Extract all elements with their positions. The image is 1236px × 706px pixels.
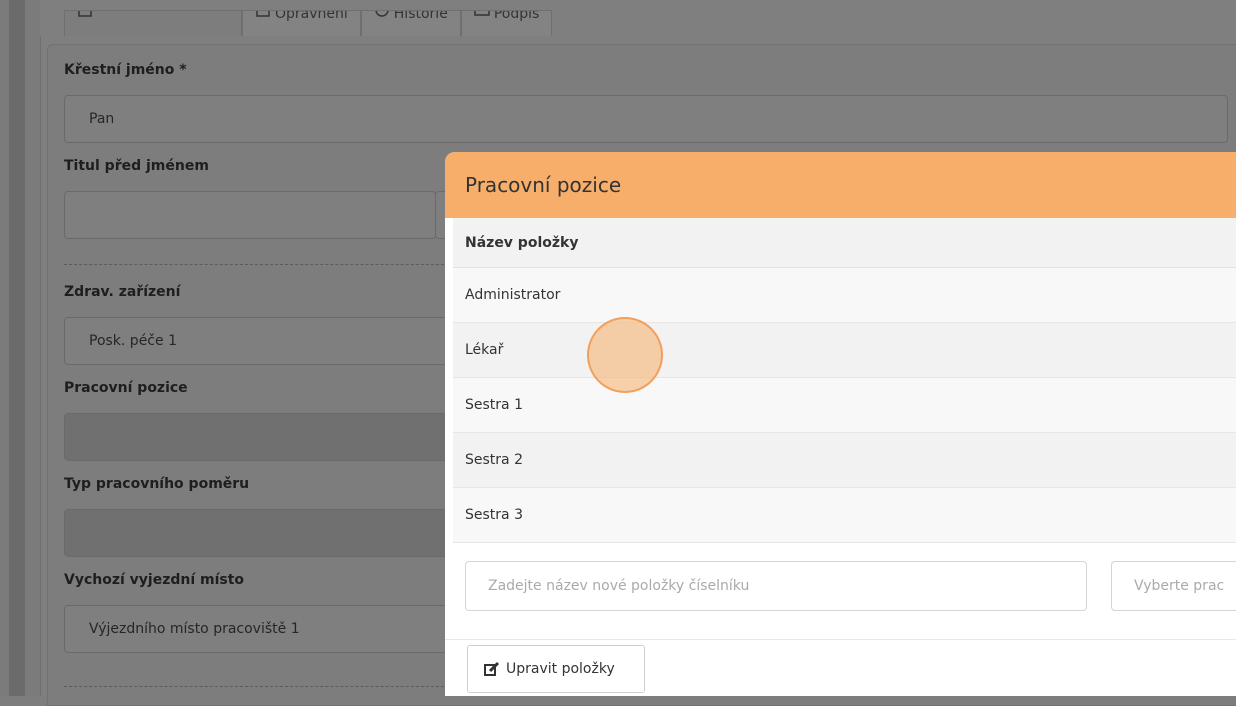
edit-icon [484,661,500,677]
table-row[interactable]: Sestra 2 [453,433,1236,488]
first-name-input[interactable]: Pan [64,95,1228,143]
table-row[interactable]: Lékař [453,323,1236,378]
checkbox-icon [255,11,271,27]
divider [64,264,464,265]
tab-history[interactable]: Historie [360,10,461,36]
positions-table: Název položky Administrator Lékař Sestra… [453,218,1236,543]
new-item-input[interactable]: Zadejte název nové položky číselníku [465,561,1087,611]
position-select[interactable] [64,413,464,461]
facility-select[interactable]: Posk. péče 1 [64,317,464,365]
position-label: Pracovní pozice [64,380,188,396]
tab-permissions[interactable]: Oprávnění [242,10,361,36]
position-select-input[interactable]: Vyberte prac [1111,561,1236,611]
history-icon [374,11,390,27]
table-row[interactable]: Sestra 3 [453,488,1236,543]
column-header: Název položky [453,218,1236,268]
tab-label: Podpis [493,10,540,22]
image-icon [474,11,490,27]
tab-bar: Oprávnění Historie Podpis [64,10,553,36]
edit-items-label: Upravit položky [506,661,615,677]
tab-personal[interactable] [64,10,242,36]
first-name-label: Křestní jméno * [64,62,187,78]
divider [64,686,464,687]
table-row[interactable]: Administrator [453,268,1236,323]
left-scrollbar[interactable] [9,0,25,696]
facility-label: Zdrav. zařízení [64,284,181,300]
title-before-input[interactable] [64,191,436,239]
tab-signature[interactable]: Podpis [460,10,553,36]
click-indicator [587,317,663,393]
position-modal: Pracovní pozice Název položky Administra… [445,152,1236,696]
edit-items-button[interactable]: Upravit položky [467,645,645,693]
departure-place-label: Vychozí vyjezdní místo [64,572,245,588]
tab-label: Historie [393,10,448,22]
employment-type-label: Typ pracovního poměru [64,476,250,492]
modal-title: Pracovní pozice [445,152,1236,218]
modal-divider [445,639,1236,640]
user-icon [77,11,93,27]
table-row[interactable]: Sestra 1 [453,378,1236,433]
tab-label: Oprávnění [275,10,348,22]
departure-place-select[interactable]: Výjezdního místo pracoviště 1 [64,605,464,653]
title-before-label: Titul před jménem [64,158,209,174]
employment-type-select[interactable] [64,509,464,557]
